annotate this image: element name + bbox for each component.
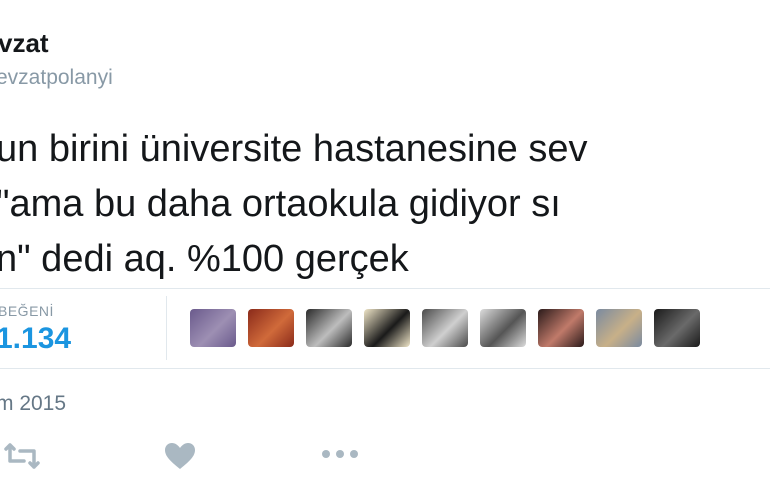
liker-avatar-4[interactable] [364,309,410,347]
likes-label[interactable]: BEĞENİ [0,303,54,319]
liker-avatar-1[interactable] [190,309,236,347]
like-button[interactable] [164,442,196,475]
heart-icon [165,443,195,469]
liker-avatar-7[interactable] [538,309,584,347]
more-dots-icon [322,450,358,458]
liker-avatar-8[interactable] [596,309,642,347]
stats-divider-bottom [0,368,770,369]
liker-avatar-9[interactable] [654,309,700,347]
handle[interactable]: evzatpolanyi [0,66,113,90]
tweet-text-line: "ama bu daha ortaokula gidiyor sı [0,183,561,225]
more-button[interactable] [320,447,360,466]
liker-avatar-3[interactable] [306,309,352,347]
liker-avatar-5[interactable] [422,309,468,347]
tweet-text-line: n" dedi aq. %100 gerçek [0,238,409,280]
likes-count[interactable]: 1.134 [0,322,71,356]
liker-avatar-6[interactable] [480,309,526,347]
tweet-text: un birini üniversite hastanesine sev "am… [0,122,587,287]
stats-divider-top [0,288,770,289]
stats-separator [166,296,167,360]
retweet-button[interactable] [2,443,42,474]
retweet-icon [4,443,40,469]
tweet-date[interactable]: m 2015 [0,392,66,416]
liker-avatar-2[interactable] [248,309,294,347]
display-name[interactable]: vzat [0,28,49,59]
tweet-text-line: un birini üniversite hastanesine sev [0,128,588,170]
